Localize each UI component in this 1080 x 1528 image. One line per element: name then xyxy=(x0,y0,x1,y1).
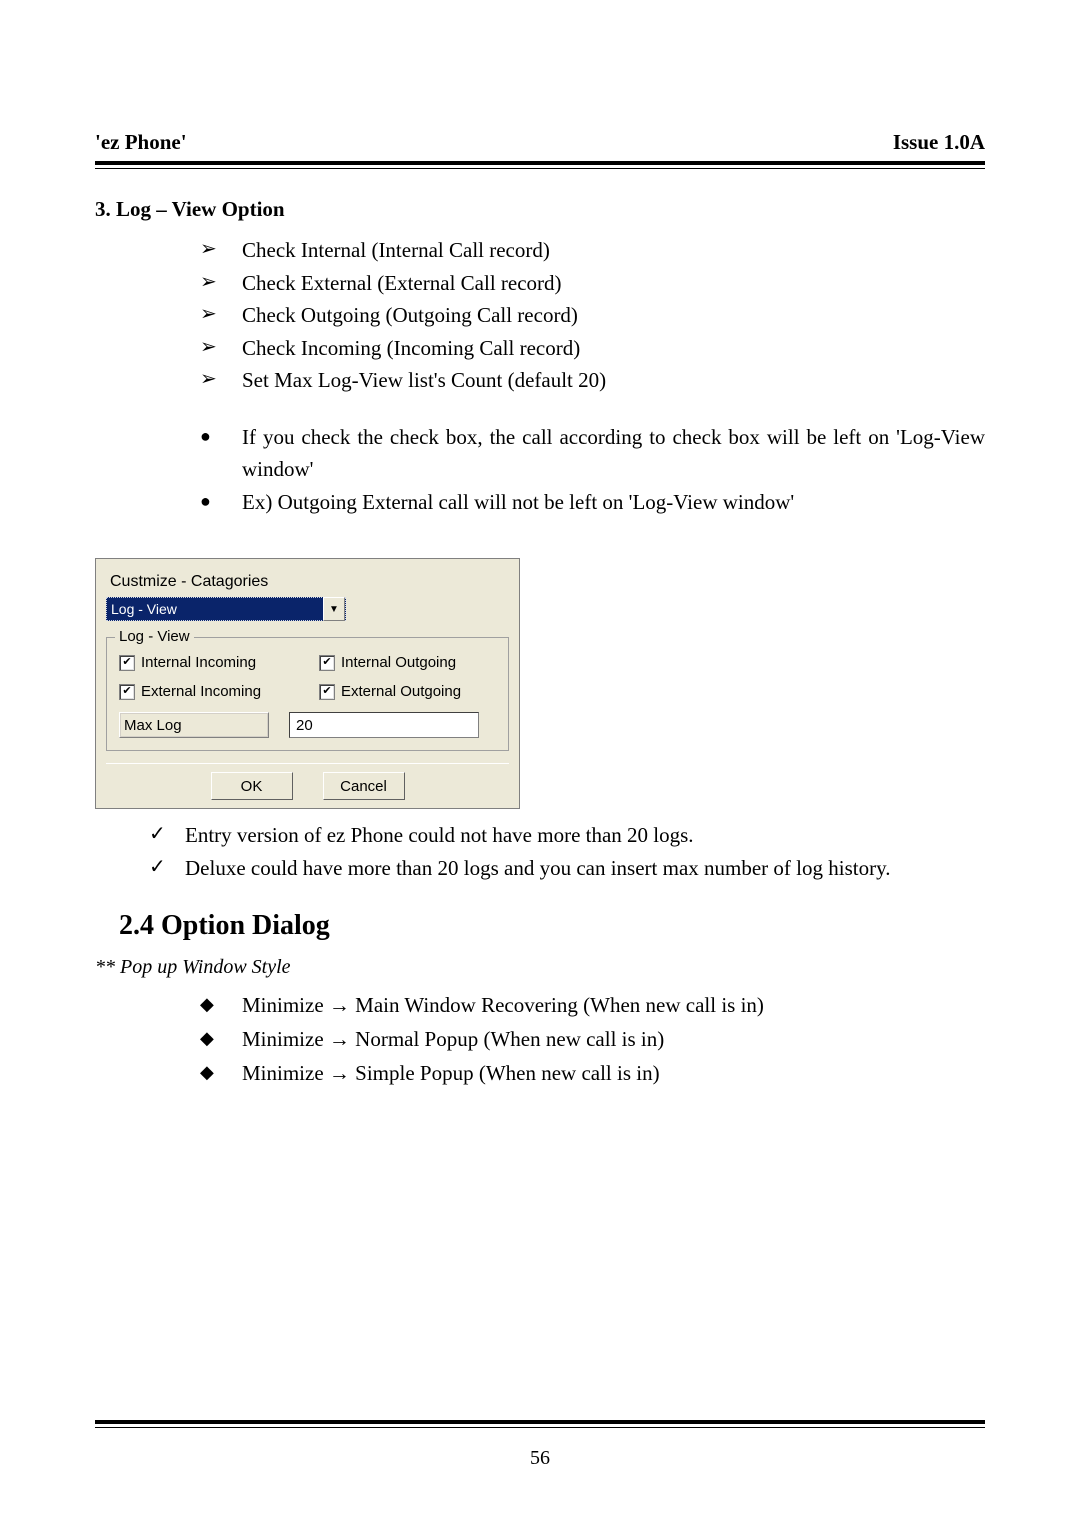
combo-value: Log - View xyxy=(111,601,177,617)
checkbox-label: External Incoming xyxy=(141,683,261,700)
category-combo[interactable]: Log - View ▼ xyxy=(106,597,346,621)
header-rule-thick xyxy=(95,161,985,165)
checkbox-external-outgoing[interactable]: ✔ External Outgoing xyxy=(319,683,489,700)
popup-style-note: ** Pop up Window Style xyxy=(95,956,985,979)
checkmark-icon: ✔ xyxy=(319,684,335,700)
log-view-arrow-list: Check Internal (Internal Call record) Ch… xyxy=(200,234,985,397)
checkbox-label: Internal Outgoing xyxy=(341,654,456,671)
header-left: 'ez Phone' xyxy=(95,130,187,155)
right-arrow-icon: → xyxy=(329,1028,350,1051)
arrow-item: Check Outgoing (Outgoing Call record) xyxy=(200,299,985,332)
log-view-groupbox: Log - View ✔ Internal Incoming ✔ Interna… xyxy=(106,637,509,751)
diamond-item: Minimize → Simple Popup (When new call i… xyxy=(200,1057,985,1091)
check-item: Deluxe could have more than 20 logs and … xyxy=(149,852,985,885)
checkmark-icon: ✔ xyxy=(119,655,135,671)
right-arrow-icon: → xyxy=(329,994,350,1017)
bullet-item: Ex) Outgoing External call will not be l… xyxy=(200,486,985,519)
header-rule-thin xyxy=(95,168,985,169)
arrow-item: Check Internal (Internal Call record) xyxy=(200,234,985,267)
arrow-item: Set Max Log-View list's Count (default 2… xyxy=(200,364,985,397)
heading-2-4: 2.4 Option Dialog xyxy=(119,910,985,942)
groupbox-legend: Log - View xyxy=(115,628,194,645)
section-3-title: 3. Log – View Option xyxy=(95,197,985,222)
arrow-item: Check External (External Call record) xyxy=(200,267,985,300)
chevron-down-icon[interactable]: ▼ xyxy=(323,597,345,621)
checkbox-internal-outgoing[interactable]: ✔ Internal Outgoing xyxy=(319,654,489,671)
maxlog-input[interactable]: 20 xyxy=(289,712,479,738)
checkmark-icon: ✔ xyxy=(119,684,135,700)
diamond-item: Minimize → Normal Popup (When new call i… xyxy=(200,1023,985,1057)
check-item: Entry version of ez Phone could not have… xyxy=(149,819,985,852)
checkmark-icon: ✔ xyxy=(319,655,335,671)
checkbox-label: Internal Incoming xyxy=(141,654,256,671)
header-right: Issue 1.0A xyxy=(893,130,985,155)
arrow-item: Check Incoming (Incoming Call record) xyxy=(200,332,985,365)
footer-rule-thick xyxy=(95,1420,985,1424)
dialog-screenshot: Custmize - Catagories Log - View ▼ Log -… xyxy=(95,558,985,809)
checkbox-internal-incoming[interactable]: ✔ Internal Incoming xyxy=(119,654,289,671)
popup-style-list: Minimize → Main Window Recovering (When … xyxy=(200,989,985,1090)
log-view-bullet-list: If you check the check box, the call acc… xyxy=(200,421,985,519)
ok-button[interactable]: OK xyxy=(211,772,293,800)
diamond-item: Minimize → Main Window Recovering (When … xyxy=(200,989,985,1023)
footer-rule-thin xyxy=(95,1427,985,1428)
page-number: 56 xyxy=(0,1447,1080,1470)
dialog-title: Custmize - Catagories xyxy=(106,567,509,597)
cancel-button[interactable]: Cancel xyxy=(323,772,405,800)
checkbox-external-incoming[interactable]: ✔ External Incoming xyxy=(119,683,289,700)
right-arrow-icon: → xyxy=(329,1062,350,1085)
checkbox-label: External Outgoing xyxy=(341,683,461,700)
notes-check-list: Entry version of ez Phone could not have… xyxy=(149,819,985,884)
maxlog-label: Max Log xyxy=(119,712,269,738)
bullet-item: If you check the check box, the call acc… xyxy=(200,421,985,486)
